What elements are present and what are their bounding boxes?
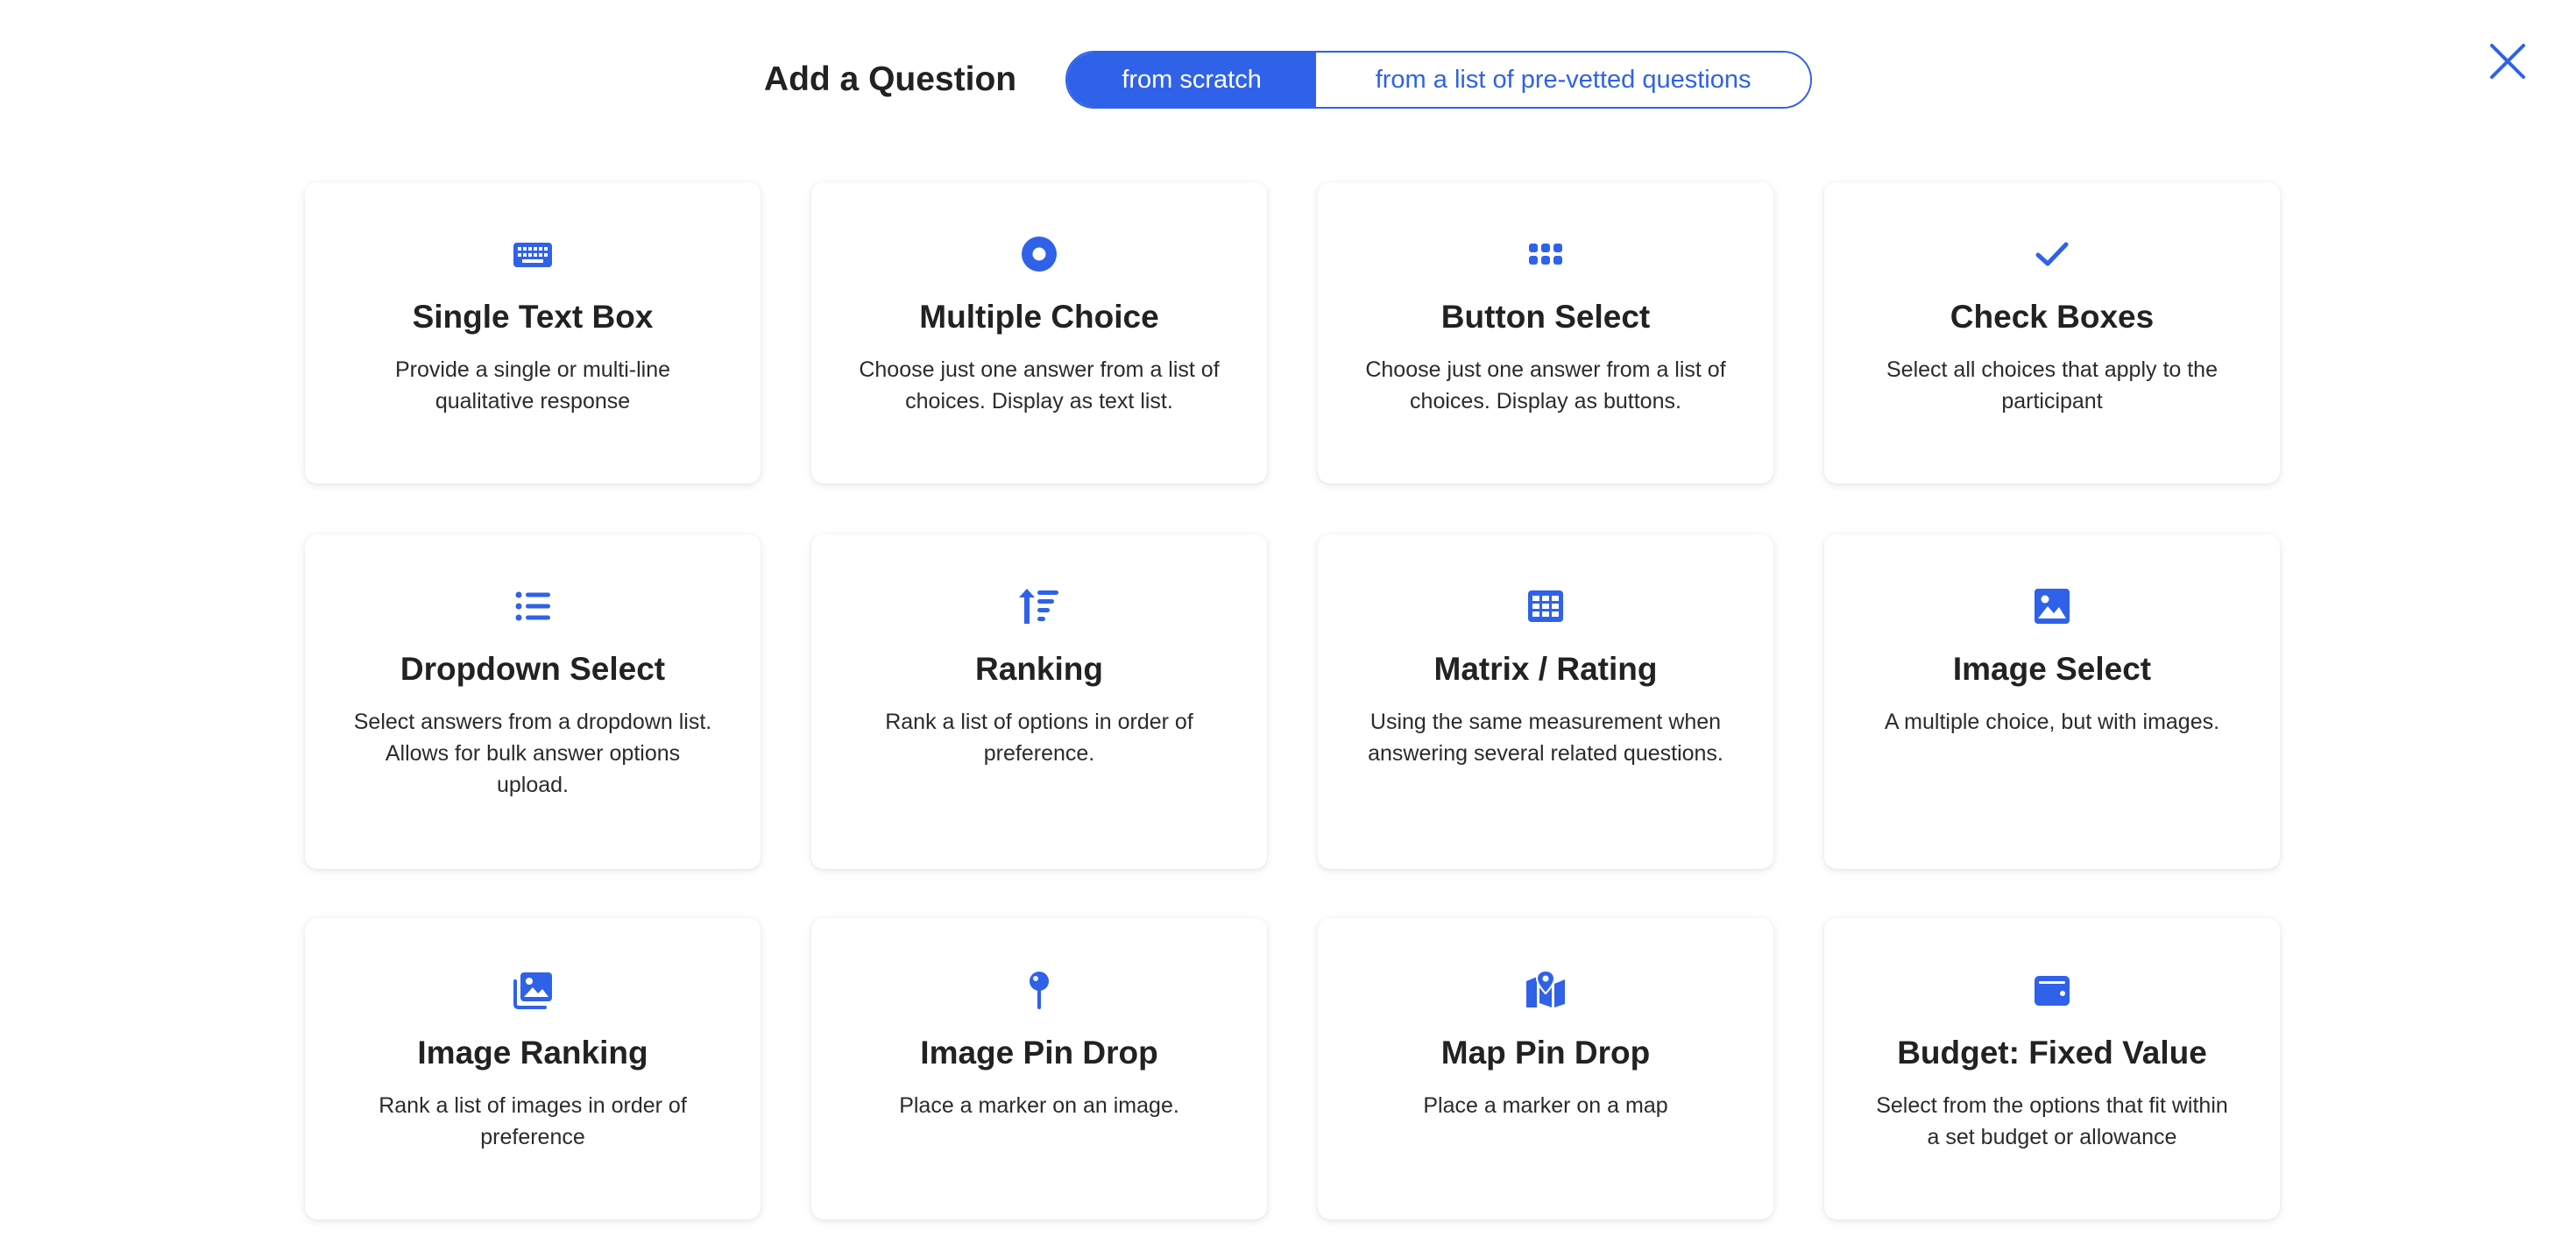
card-title: Budget: Fixed Value — [1897, 1035, 2207, 1071]
sort-icon — [1019, 589, 1058, 624]
card-title: Check Boxes — [1950, 299, 2155, 335]
images-icon — [513, 972, 552, 1009]
tab-pre-vetted-questions[interactable]: from a list of pre-vetted questions — [1316, 53, 1811, 107]
source-toggle: from scratch from a list of pre-vetted q… — [1065, 51, 1813, 109]
card-description: Place a marker on a map — [1423, 1093, 1668, 1118]
pin-icon — [1030, 972, 1049, 1009]
card-title: Image Ranking — [417, 1035, 648, 1071]
page-title: Add a Question — [763, 60, 1017, 98]
card-title: Image Select — [1952, 651, 2152, 687]
card-matrix-rating[interactable]: Matrix / Rating Using the same measureme… — [1318, 534, 1773, 869]
card-description: A multiple choice, but with images. — [1884, 710, 2220, 734]
card-title: Dropdown Select — [400, 651, 666, 687]
card-image-ranking[interactable]: Image Ranking Rank a list of images in o… — [305, 918, 761, 1219]
card-title: Button Select — [1440, 299, 1651, 335]
card-description: Rank a list of options in order of prefe… — [885, 710, 1193, 766]
wallet-icon — [2035, 976, 2070, 1006]
card-button-select[interactable]: Button Select Choose just one answer fro… — [1318, 182, 1773, 484]
close-icon[interactable] — [2487, 40, 2529, 82]
table-icon — [1528, 590, 1563, 622]
map-icon — [1526, 969, 1565, 1007]
list-icon — [515, 591, 550, 621]
card-description: Rank a list of images in order of prefer… — [379, 1093, 687, 1149]
card-description: Select all choices that apply to the par… — [1886, 357, 2218, 413]
add-question-dialog: Add a Question from scratch from a list … — [0, 0, 2576, 1251]
card-multiple-choice[interactable]: Multiple Choice Choose just one answer f… — [811, 182, 1267, 484]
card-description: Choose just one answer from a list of ch… — [1365, 357, 1726, 413]
card-title: Multiple Choice — [919, 299, 1159, 335]
card-description: Select from the options that fit within … — [1876, 1093, 2228, 1149]
card-title: Map Pin Drop — [1440, 1035, 1651, 1071]
card-check-boxes[interactable]: Check Boxes Select all choices that appl… — [1824, 182, 2280, 484]
card-dropdown-select[interactable]: Dropdown Select Select answers from a dr… — [305, 534, 761, 869]
question-type-grid: Single Text Box Provide a single or mult… — [305, 182, 2280, 1219]
card-ranking[interactable]: Ranking Rank a list of options in order … — [811, 534, 1267, 869]
card-title: Single Text Box — [412, 299, 654, 335]
keyboard-icon — [513, 243, 552, 267]
card-description: Select answers from a dropdown list. All… — [353, 710, 712, 797]
image-icon — [2035, 589, 2070, 624]
card-description: Choose just one answer from a list of ch… — [859, 357, 1220, 413]
card-image-select[interactable]: Image Select A multiple choice, but with… — [1824, 534, 2280, 869]
card-description: Place a marker on an image. — [899, 1093, 1179, 1118]
card-title: Matrix / Rating — [1433, 651, 1658, 687]
check-icon — [2035, 242, 2069, 266]
card-title: Image Pin Drop — [920, 1035, 1158, 1071]
dots-grid-icon — [1529, 244, 1562, 265]
tab-from-scratch[interactable]: from scratch — [1067, 53, 1317, 107]
card-map-pin-drop[interactable]: Map Pin Drop Place a marker on a map — [1318, 918, 1773, 1219]
card-image-pin-drop[interactable]: Image Pin Drop Place a marker on an imag… — [811, 918, 1267, 1219]
radio-icon — [1022, 237, 1057, 272]
dialog-header: Add a Question from scratch from a list … — [0, 49, 2576, 110]
card-description: Using the same measurement when answerin… — [1368, 710, 1723, 766]
card-single-text-box[interactable]: Single Text Box Provide a single or mult… — [305, 182, 761, 484]
card-budget-fixed-value[interactable]: Budget: Fixed Value Select from the opti… — [1824, 918, 2280, 1219]
card-title: Ranking — [975, 651, 1103, 687]
card-description: Provide a single or multi-line qualitati… — [394, 357, 671, 413]
